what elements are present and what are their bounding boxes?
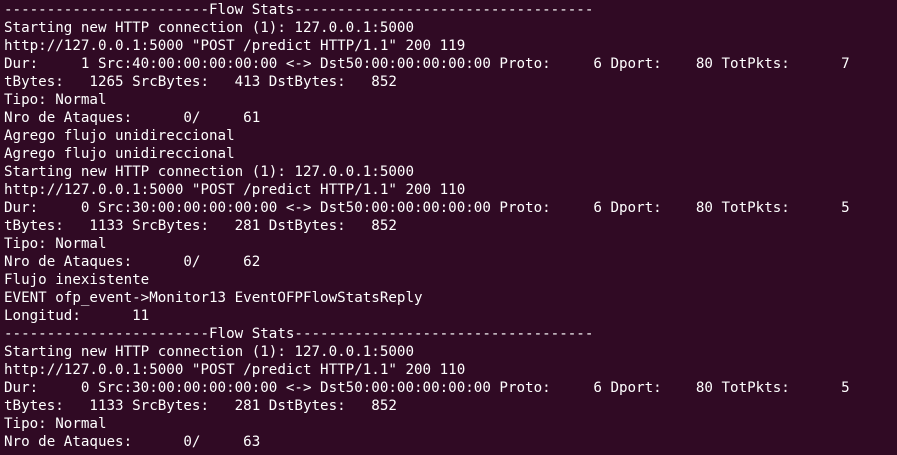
terminal-line: Starting new HTTP connection (1): 127.0.… xyxy=(4,164,414,180)
terminal-line: Longitud: 11 xyxy=(4,308,150,324)
terminal-line: Tipo: Normal xyxy=(4,416,107,432)
terminal-line: http://127.0.0.1:5000 "POST /predict HTT… xyxy=(4,362,466,378)
terminal-line: Nro de Ataques: 0/ 63 xyxy=(4,434,261,450)
terminal-line: Flujo inexistente xyxy=(4,272,150,288)
terminal-window[interactable]: ------------------------Flow Stats------… xyxy=(0,0,897,455)
terminal-line: Tipo: Normal xyxy=(4,236,107,252)
terminal-line: Starting new HTTP connection (1): 127.0.… xyxy=(4,344,414,360)
terminal-line: ------------------------Flow Stats------… xyxy=(4,2,594,18)
terminal-line: Tipo: Normal xyxy=(4,92,107,108)
terminal-line: Dur: 1 Src:40:00:00:00:00:00 <-> Dst50:0… xyxy=(4,56,850,72)
terminal-line: http://127.0.0.1:5000 "POST /predict HTT… xyxy=(4,182,466,198)
terminal-line: Agrego flujo unidireccional xyxy=(4,146,235,162)
terminal-line: Nro de Ataques: 0/ 62 xyxy=(4,254,261,270)
terminal-line: Dur: 0 Src:30:00:00:00:00:00 <-> Dst50:0… xyxy=(4,380,850,396)
terminal-line: tBytes: 1265 SrcBytes: 413 DstBytes: 852 xyxy=(4,74,397,90)
terminal-line: tBytes: 1133 SrcBytes: 281 DstBytes: 852 xyxy=(4,398,397,414)
terminal-line: http://127.0.0.1:5000 "POST /predict HTT… xyxy=(4,38,466,54)
terminal-line: Dur: 0 Src:30:00:00:00:00:00 <-> Dst50:0… xyxy=(4,200,850,216)
terminal-line: Agrego flujo unidireccional xyxy=(4,128,235,144)
terminal-line: Starting new HTTP connection (1): 127.0.… xyxy=(4,20,414,36)
terminal-line: ------------------------Flow Stats------… xyxy=(4,326,594,342)
terminal-line: tBytes: 1133 SrcBytes: 281 DstBytes: 852 xyxy=(4,218,397,234)
terminal-line: EVENT ofp_event->Monitor13 EventOFPFlowS… xyxy=(4,290,423,306)
terminal-line: Nro de Ataques: 0/ 61 xyxy=(4,110,261,126)
